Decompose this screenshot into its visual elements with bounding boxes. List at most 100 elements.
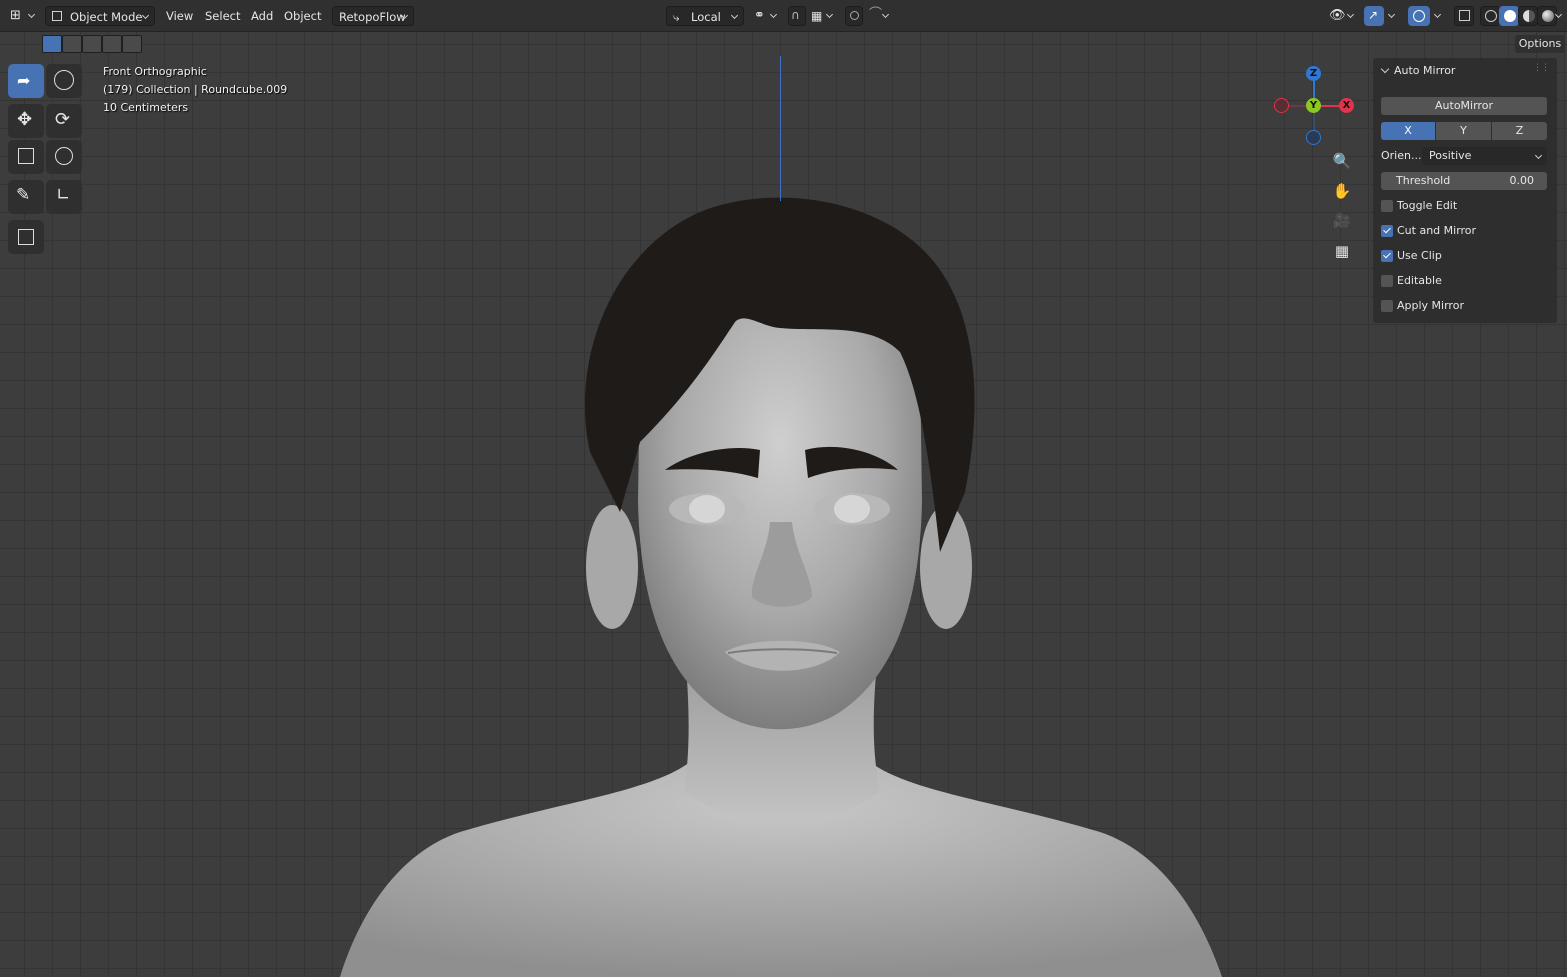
- cut-and-mirror-box[interactable]: [1381, 225, 1393, 237]
- cursor-tool[interactable]: [46, 64, 82, 98]
- left-ear: [586, 505, 638, 629]
- pivot-icon: ⚭: [754, 8, 765, 23]
- viewport-header: ⊞ Object Mode View Select Add Object Ret…: [0, 0, 1567, 32]
- gizmo-z-negative[interactable]: [1306, 130, 1321, 145]
- gizmo-toggle[interactable]: ↗: [1364, 6, 1384, 26]
- panel-collapse-chevron-icon[interactable]: [1380, 64, 1390, 74]
- add-cube-tool[interactable]: [8, 220, 44, 254]
- camera-view-button[interactable]: 🎥: [1329, 208, 1355, 234]
- gizmo-icon: ↗: [1368, 8, 1379, 22]
- gizmo-x-positive[interactable]: X: [1339, 98, 1354, 113]
- transform-tool[interactable]: [46, 140, 82, 174]
- gizmo-z-label: Z: [1309, 68, 1318, 79]
- z-axis-line: [780, 56, 781, 201]
- mode-label: Object Mode: [70, 10, 143, 24]
- use-clip-label: Use Clip: [1397, 249, 1442, 262]
- proportional-edit-toggle[interactable]: [845, 6, 863, 26]
- head-model: [340, 197, 1222, 977]
- axis-z-button[interactable]: Z: [1492, 122, 1547, 140]
- pan-button[interactable]: ✋: [1329, 178, 1355, 204]
- orientation-icon: ⤷: [673, 10, 680, 24]
- zoom-button[interactable]: 🔍: [1329, 148, 1355, 174]
- toggle-edit-box[interactable]: [1381, 200, 1393, 212]
- use-clip-box[interactable]: [1381, 250, 1393, 262]
- menu-select[interactable]: Select: [205, 6, 240, 26]
- magnet-icon: ∩: [791, 8, 800, 22]
- gizmo-y-positive[interactable]: Y: [1306, 98, 1321, 113]
- threshold-field[interactable]: Threshold 0.00: [1381, 172, 1547, 190]
- select-intersect-button[interactable]: [122, 35, 142, 53]
- automirror-button[interactable]: AutoMirror: [1381, 97, 1547, 115]
- editable-box[interactable]: [1381, 275, 1393, 287]
- orientation-value: Positive: [1429, 149, 1472, 162]
- cursor-arrow-icon: ➦: [17, 71, 31, 90]
- menu-view[interactable]: View: [166, 6, 193, 26]
- menu-add[interactable]: Add: [251, 6, 273, 26]
- wireframe-shading[interactable]: [1480, 6, 1500, 26]
- proportional-falloff-button[interactable]: ⌒: [866, 6, 894, 26]
- gizmo-options[interactable]: [1384, 6, 1400, 26]
- axis-x-button[interactable]: X: [1381, 122, 1435, 140]
- editor-type-icon: ⊞: [10, 8, 21, 23]
- pencil-icon: ✎: [16, 185, 31, 205]
- overlay-toggle[interactable]: [1408, 6, 1430, 26]
- wireframe-sphere-icon: [1485, 10, 1497, 22]
- shading-options[interactable]: [1555, 6, 1567, 26]
- view-name: Front Orthographic: [103, 65, 207, 78]
- mode-dropdown[interactable]: Object Mode: [45, 6, 155, 26]
- rendered-sphere-icon: [1542, 10, 1554, 22]
- apply-mirror-label: Apply Mirror: [1397, 299, 1464, 312]
- material-sphere-icon: [1523, 10, 1535, 22]
- cut-and-mirror-label: Cut and Mirror: [1397, 224, 1477, 237]
- collection-info: (179) Collection | Roundcube.009: [103, 83, 288, 96]
- menu-object[interactable]: Object: [284, 6, 321, 26]
- perspective-toggle-button[interactable]: ▦: [1329, 238, 1355, 264]
- rendered-shading[interactable]: [1537, 6, 1557, 26]
- drag-handle-icon[interactable]: ⋮⋮: [1533, 63, 1550, 73]
- apply-mirror-box[interactable]: [1381, 300, 1393, 312]
- 3d-viewport[interactable]: [0, 32, 1567, 977]
- grid-icon: ▦: [1334, 242, 1350, 260]
- pivot-point-button[interactable]: ⚭: [752, 6, 782, 26]
- select-box-tool[interactable]: ➦: [8, 64, 44, 98]
- material-shading[interactable]: [1518, 6, 1538, 26]
- snap-toggle[interactable]: ∩: [788, 6, 806, 26]
- gizmo-y-label: Y: [1309, 100, 1318, 111]
- editable-label: Editable: [1397, 274, 1442, 287]
- auto-mirror-panel: Auto Mirror ⋮⋮ AutoMirror X Y Z Orien...…: [1373, 58, 1557, 323]
- xray-icon: [1459, 10, 1470, 21]
- solid-shading[interactable]: [1499, 6, 1519, 26]
- transform-orientation-dropdown[interactable]: ⤷ Local: [666, 6, 744, 26]
- select-extend-button[interactable]: [62, 35, 82, 53]
- crosshair-icon: [54, 70, 74, 90]
- orientation-dropdown[interactable]: Positive: [1422, 147, 1547, 165]
- annotate-tool[interactable]: ✎: [8, 180, 44, 214]
- transform-orientation-label: Local: [691, 10, 721, 24]
- gizmo-x-negative[interactable]: [1274, 98, 1289, 113]
- proportional-icon: [850, 11, 859, 20]
- gizmo-z-positive[interactable]: Z: [1306, 66, 1321, 81]
- eye-icon: 👁: [1329, 8, 1346, 23]
- cube-icon: [18, 229, 34, 245]
- rotate-tool[interactable]: ⟳: [46, 104, 82, 138]
- visibility-button[interactable]: 👁: [1327, 6, 1359, 26]
- transform-icon: [55, 147, 73, 165]
- snap-target-button[interactable]: ▦: [808, 6, 838, 26]
- measure-tool[interactable]: ∟: [46, 180, 82, 214]
- falloff-curve-icon: ⌒: [869, 7, 883, 22]
- move-tool[interactable]: ✥: [8, 104, 44, 138]
- move-arrows-icon: ✥: [17, 109, 33, 130]
- orientation-label: Orien...: [1381, 149, 1422, 162]
- retopoflow-menu[interactable]: RetopoFlow: [332, 6, 414, 26]
- zoom-icon: 🔍: [1332, 152, 1352, 170]
- xray-toggle[interactable]: [1454, 6, 1474, 26]
- select-invert-button[interactable]: [102, 35, 122, 53]
- select-subtract-button[interactable]: [82, 35, 102, 53]
- rotate-icon: ⟳: [55, 109, 71, 130]
- overlay-options[interactable]: [1430, 6, 1446, 26]
- editor-type-button[interactable]: ⊞: [6, 6, 40, 26]
- scale-tool[interactable]: [8, 140, 44, 174]
- options-button[interactable]: Options: [1515, 35, 1565, 53]
- axis-y-button[interactable]: Y: [1436, 122, 1491, 140]
- select-new-button[interactable]: [42, 35, 62, 53]
